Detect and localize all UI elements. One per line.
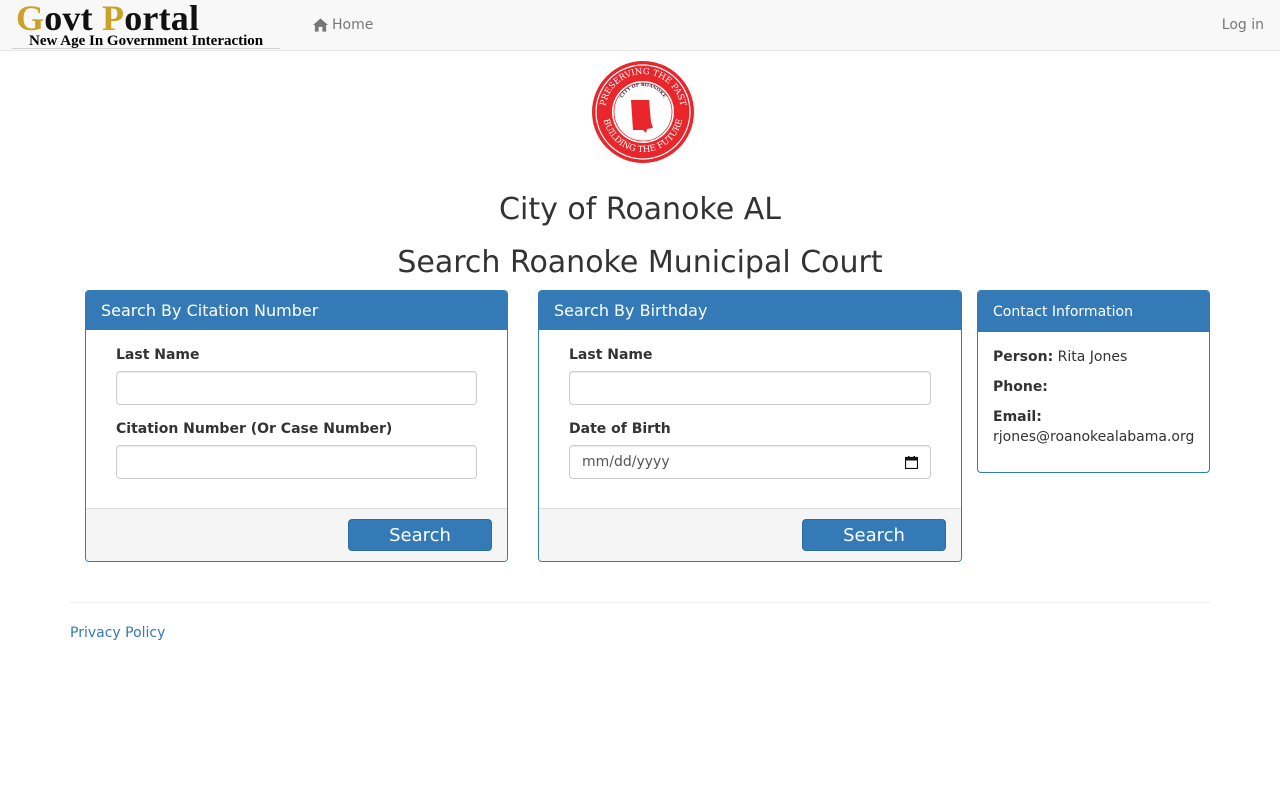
contact-person-value: Rita Jones <box>1057 349 1128 365</box>
citation-number-label: Citation Number (Or Case Number) <box>116 421 393 437</box>
contact-email-label: Email: <box>993 407 1042 427</box>
footer-divider <box>70 602 1210 603</box>
calendar-icon[interactable] <box>905 455 918 469</box>
brand-divider <box>12 48 280 49</box>
citation-number-input[interactable] <box>116 445 477 479</box>
dob-placeholder: mm/dd/yyyy <box>582 454 670 470</box>
contact-person-label: Person: <box>993 349 1054 365</box>
contact-email-label-text: Email: <box>993 409 1042 425</box>
contact-phone-label: Phone: <box>993 379 1048 395</box>
dob-input[interactable]: mm/dd/yyyy <box>569 445 931 479</box>
citation-last-name-input[interactable] <box>116 371 477 405</box>
contact-info-panel: Contact Information Person: Rita Jones P… <box>977 290 1210 473</box>
contact-panel-title: Contact Information <box>978 291 1209 332</box>
birthday-panel-footer: Search <box>539 508 961 561</box>
citation-search-panel: Search By Citation Number Last Name Cita… <box>85 290 508 562</box>
contact-person: Person: Rita Jones <box>993 347 1127 367</box>
birthday-panel-title: Search By Birthday <box>539 291 961 330</box>
top-navbar: Govt Portal New Age In Government Intera… <box>0 0 1280 51</box>
login-link[interactable]: Log in <box>1222 16 1264 34</box>
court-title: Search Roanoke Municipal Court <box>397 245 883 280</box>
city-seal-logo: PRESERVING THE PAST BUILDING THE FUTURE … <box>592 61 694 163</box>
citation-last-name-label: Last Name <box>116 347 200 363</box>
contact-phone: Phone: <box>993 377 1048 397</box>
brand-logo[interactable]: Govt Portal New Age In Government Intera… <box>16 0 284 51</box>
home-icon <box>313 18 328 32</box>
city-title: City of Roanoke AL <box>499 192 781 227</box>
citation-panel-footer: Search <box>86 508 507 561</box>
birthday-search-panel: Search By Birthday Last Name Date of Bir… <box>538 290 962 562</box>
nav-home-label: Home <box>332 17 374 33</box>
birthday-last-name-label: Last Name <box>569 347 653 363</box>
contact-email-value[interactable]: rjones@roanokealabama.org <box>993 427 1194 447</box>
citation-search-button[interactable]: Search <box>348 519 492 551</box>
birthday-last-name-input[interactable] <box>569 371 931 405</box>
privacy-policy-link[interactable]: Privacy Policy <box>70 624 165 642</box>
dob-label: Date of Birth <box>569 421 671 437</box>
citation-panel-title: Search By Citation Number <box>86 291 507 330</box>
birthday-search-button[interactable]: Search <box>802 519 946 551</box>
nav-home-link[interactable]: Home <box>313 16 373 34</box>
